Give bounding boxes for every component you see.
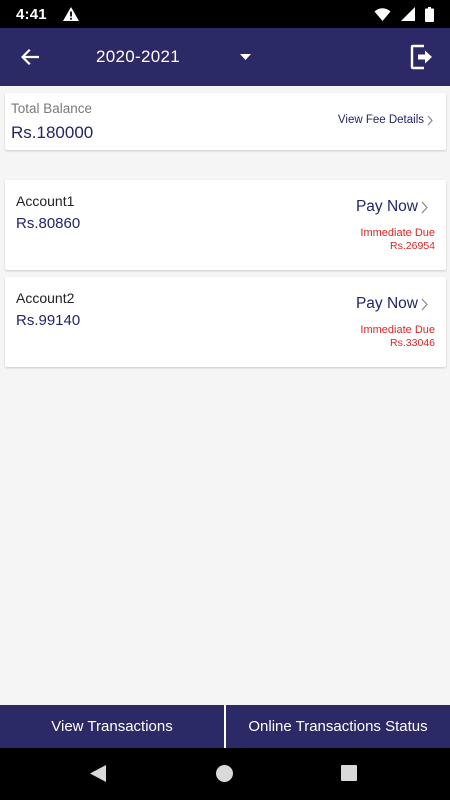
pay-now-button[interactable]: Pay Now — [356, 198, 428, 216]
system-nav-bar — [0, 748, 450, 800]
online-transactions-status-button[interactable]: Online Transactions Status — [226, 705, 450, 748]
immediate-due-amount: Rs.26954 — [390, 240, 435, 252]
nav-home-icon[interactable] — [216, 765, 233, 782]
pay-now-button[interactable]: Pay Now — [356, 295, 428, 313]
total-balance-value: Rs.180000 — [11, 123, 94, 142]
account-name: Account2 — [16, 290, 75, 306]
academic-year-label: 2020-2021 — [96, 47, 180, 66]
view-transactions-button[interactable]: View Transactions — [0, 705, 224, 748]
account-amount: Rs.99140 — [16, 312, 81, 329]
account-card: Account2 Rs.99140 Pay Now Immediate Due … — [5, 277, 446, 367]
back-button[interactable] — [0, 28, 60, 86]
chevron-right-icon — [421, 298, 428, 310]
pay-now-label: Pay Now — [355, 295, 418, 312]
chevron-right-icon — [427, 115, 433, 125]
account-name: Account1 — [16, 193, 75, 209]
logout-icon — [410, 44, 432, 70]
total-balance-label: Total Balance — [11, 101, 93, 116]
immediate-due-label: Immediate Due — [360, 227, 435, 239]
pay-now-label: Pay Now — [355, 198, 418, 215]
logout-button[interactable] — [394, 28, 450, 86]
view-fee-details-link[interactable]: View Fee Details — [338, 114, 433, 126]
academic-year-dropdown[interactable]: 2020-2021 — [96, 47, 251, 67]
account-card: Account1 Rs.80860 Pay Now Immediate Due … — [5, 180, 446, 270]
status-bar: 4:41 — [0, 0, 450, 28]
immediate-due-label: Immediate Due — [360, 324, 435, 336]
dropdown-caret-icon — [240, 54, 251, 60]
back-arrow-icon — [21, 49, 39, 65]
chevron-right-icon — [421, 201, 428, 213]
battery-icon — [425, 6, 434, 22]
immediate-due-amount: Rs.33046 — [390, 337, 435, 349]
nav-recents-icon[interactable] — [341, 765, 357, 781]
wifi-icon — [374, 7, 391, 21]
signal-icon — [401, 7, 415, 21]
nav-back-icon[interactable] — [90, 765, 106, 782]
total-balance-card: Total Balance Rs.180000 View Fee Details — [5, 93, 446, 150]
view-fee-details-label: View Fee Details — [337, 114, 424, 126]
status-icons — [374, 6, 434, 22]
bottom-action-bar: View Transactions Online Transactions St… — [0, 705, 450, 748]
status-time: 4:41 — [16, 5, 47, 23]
warning-icon — [62, 7, 79, 21]
account-amount: Rs.80860 — [16, 215, 81, 232]
app-bar: 2020-2021 — [0, 28, 450, 86]
